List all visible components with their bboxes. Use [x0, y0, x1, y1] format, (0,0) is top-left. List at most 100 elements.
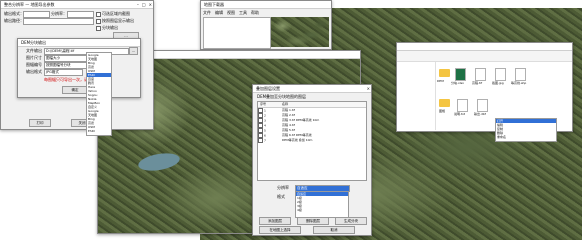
- row-name: 高程 1.tif: [282, 108, 295, 112]
- tree-panel: [203, 17, 271, 49]
- checkbox-icon[interactable]: [258, 138, 263, 143]
- context-menu[interactable]: 打开 编辑 复制 删除 重命名: [495, 118, 557, 142]
- option-3[interactable]: 分块输出: [96, 25, 118, 31]
- combo-option[interactable]: 4级: [296, 208, 348, 212]
- file-label: 等高线.shp: [511, 81, 527, 85]
- checkbox-icon[interactable]: [96, 18, 101, 24]
- file-label: 高程.tif: [472, 81, 483, 85]
- toolbar-item[interactable]: 文件: [203, 10, 211, 15]
- file-label: 截图.jpg: [492, 81, 504, 85]
- explorer-nav-pane: [397, 62, 436, 130]
- folder-browse-icon[interactable]: …: [129, 47, 138, 55]
- col-name-header: 名称: [282, 102, 289, 106]
- format-field[interactable]: [23, 11, 50, 18]
- sub-label: 图片尺寸: [26, 55, 42, 60]
- map-source-dropdown[interactable]: Google 天地图 Bing 高德 OSM ESRI 百度 腾讯 Here Y…: [86, 52, 112, 136]
- file-label: 输出.dbf: [474, 112, 486, 116]
- document-icon[interactable]: [515, 68, 526, 81]
- print-button[interactable]: 打印: [29, 119, 51, 127]
- row-name: 高程 6.tif DEM等高线: [282, 133, 312, 137]
- explorer-ribbon: [397, 51, 572, 62]
- sub-dialog-title: DEM分块输出: [18, 39, 140, 47]
- background-window: 地图下载器 文件 编辑 视图 工具 帮助: [200, 0, 332, 50]
- toolbar-item[interactable]: 视图: [227, 10, 235, 15]
- type-label: 格式: [277, 194, 285, 199]
- explorer-title: [397, 43, 572, 51]
- ok-button[interactable]: 确定: [62, 86, 88, 94]
- generate-button[interactable]: 生成分块: [335, 217, 367, 225]
- sub-label: 输出格式: [26, 69, 42, 74]
- menu-item[interactable]: 重命名: [496, 135, 556, 139]
- table-row[interactable]: 2 高程 2.tif: [258, 113, 366, 118]
- background-window-title: 地图下载器: [201, 1, 331, 9]
- excel-file-icon[interactable]: [455, 68, 466, 81]
- resolution-field[interactable]: [67, 11, 94, 18]
- toolbar-item[interactable]: 编辑: [215, 10, 223, 15]
- layer-dialog-title: 叠加图层设置: [253, 85, 371, 93]
- option-label: 按照图层显示输出: [102, 18, 134, 23]
- row-seq: 2: [264, 113, 266, 118]
- checkbox-icon[interactable]: [96, 11, 101, 17]
- resolution-label: 分辨率：: [51, 11, 67, 16]
- option-1[interactable]: 可选区域内截图: [96, 11, 130, 17]
- checkbox-icon[interactable]: [96, 25, 101, 31]
- document-icon[interactable]: [457, 99, 468, 112]
- dropdown-item[interactable]: ESRI: [87, 129, 111, 133]
- table-row[interactable]: 7 DEM等高线 叠加 10m: [258, 138, 366, 143]
- toolbar-item[interactable]: 帮助: [251, 10, 259, 15]
- path-field[interactable]: [23, 18, 94, 25]
- resolution-combo-list[interactable]: 自适应 1级 2级 3级 4级: [295, 191, 349, 218]
- layer-dialog: 叠加图层设置 × DEM叠加至分块地图的图层 序号 名称 1 高程 1.tif 2…: [252, 84, 372, 236]
- table-row[interactable]: 1 高程 1.tif: [258, 108, 366, 113]
- window-controls: ×: [367, 85, 370, 92]
- table-row[interactable]: 5 高程 5.tif: [258, 128, 366, 133]
- toolbar-item[interactable]: 工具: [239, 10, 247, 15]
- file-label: DEM: [437, 79, 444, 83]
- row-seq: 5: [264, 128, 266, 133]
- format-label: 输出格式：: [4, 11, 24, 16]
- option-label: 分块输出: [102, 25, 118, 30]
- file-label: 图幅: [439, 109, 446, 113]
- row-name: 高程 4.tif: [282, 123, 295, 127]
- delete-layer-button[interactable]: 删除图层: [297, 217, 329, 225]
- select-on-map-button[interactable]: 在地图上选择: [259, 226, 301, 234]
- window-controls: – □ ×: [137, 1, 152, 8]
- add-layer-button[interactable]: 添加图层: [259, 217, 291, 225]
- option-label: 可选区域内截图: [102, 11, 130, 16]
- row-seq: 1: [264, 108, 266, 113]
- sub-dialog: DEM分块输出 文件输出 D:\\DEM\\高程.tif … 图片尺寸 图幅大小…: [17, 38, 141, 98]
- folder-icon[interactable]: [439, 99, 450, 107]
- background-toolbar: 文件 编辑 视图 工具 帮助: [203, 10, 329, 15]
- col-seq-header: 序号: [260, 102, 267, 106]
- path-label: 输出路径：: [4, 18, 24, 23]
- row-name: DEM等高线 叠加 10m: [282, 138, 313, 142]
- row-seq: 4: [264, 123, 266, 128]
- table-row[interactable]: 4 高程 4.tif: [258, 123, 366, 128]
- sub-field[interactable]: JPG格式: [44, 69, 83, 76]
- output-label: 分辨率: [277, 185, 289, 190]
- table-row[interactable]: 6 高程 6.tif DEM等高线: [258, 133, 366, 138]
- minimize-icon[interactable]: –: [137, 1, 139, 8]
- row-name: 高程 2.tif: [282, 113, 295, 117]
- document-icon[interactable]: [495, 68, 506, 81]
- row-seq: 6: [264, 133, 266, 138]
- close-icon[interactable]: ×: [367, 85, 370, 92]
- lake: [136, 150, 182, 174]
- row-seq: 7: [264, 138, 266, 143]
- close-icon[interactable]: ×: [149, 1, 152, 8]
- mini-map: [271, 17, 329, 47]
- file-label: 说明.txt: [454, 112, 466, 116]
- option-2[interactable]: 按照图层显示输出: [96, 18, 134, 24]
- sub-label: 文件输出: [26, 48, 42, 53]
- maximize-icon[interactable]: □: [142, 1, 146, 8]
- main-dialog-title: 整合分辨率 — 地图导出参数: [1, 1, 153, 9]
- folder-icon[interactable]: [439, 69, 450, 77]
- table-row[interactable]: 3 高程 3.tif DEM等高线 10m: [258, 118, 366, 123]
- document-icon[interactable]: [477, 99, 488, 112]
- layer-table[interactable]: 序号 名称 1 高程 1.tif 2 高程 2.tif 3 高程 3.tif DEM等…: [257, 101, 367, 181]
- document-icon[interactable]: [475, 68, 486, 81]
- row-name: 高程 3.tif DEM等高线 10m: [282, 118, 320, 122]
- row-name: 高程 5.tif: [282, 128, 295, 132]
- cancel-button[interactable]: 取消: [313, 226, 355, 234]
- row-seq: 3: [264, 118, 266, 123]
